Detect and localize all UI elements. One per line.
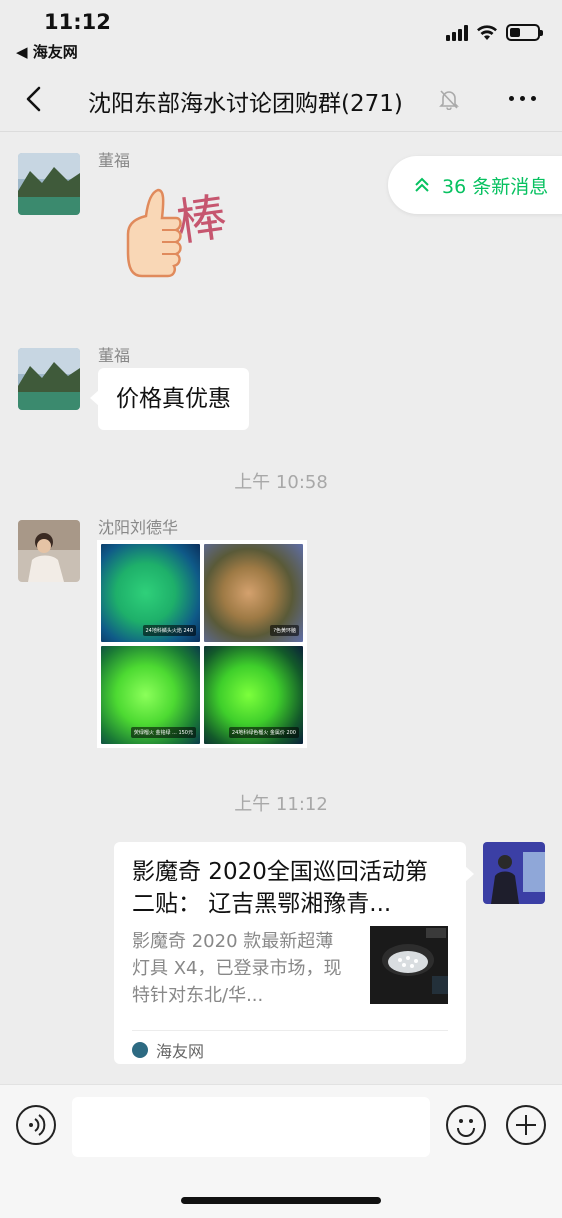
timestamp: 上午 10:58 <box>234 472 328 493</box>
emoji-button[interactable] <box>446 1105 486 1145</box>
mute-bell-icon <box>439 90 459 110</box>
link-card-source-name: 海友网 <box>156 1042 205 1061</box>
voice-icon <box>29 1114 46 1136</box>
avatar[interactable] <box>18 153 80 215</box>
timestamp: 上午 11:12 <box>234 794 328 815</box>
source-logo-icon <box>132 1042 148 1058</box>
status-time: 11:12 <box>44 10 111 34</box>
status-bar: 11:12 ◀ 海友网 <box>0 0 562 70</box>
more-functions-button[interactable] <box>506 1105 546 1145</box>
wifi-icon <box>477 24 497 40</box>
link-card-title: 影魔奇 2020全国巡回活动第二贴： 辽吉黑鄂湘豫青... <box>132 859 428 917</box>
link-card-source: 海友网 <box>132 1038 204 1062</box>
photo-caption: 24地科鳞头火焰 240 <box>142 625 196 636</box>
double-chevron-up-icon <box>415 177 429 192</box>
link-card-description: 影魔奇 2020 款最新超薄灯具 X4，已登录市场，现特针对东北/华... <box>132 931 342 1006</box>
sender-name: 沈阳刘德华 <box>98 518 179 537</box>
plus-icon <box>516 1115 536 1135</box>
divider <box>132 1030 448 1031</box>
new-messages-pill[interactable]: 36 条新消息 <box>388 156 562 214</box>
photo-caption: 24地科绿色榴火 金属价 200 <box>228 727 299 738</box>
link-card[interactable]: 影魔奇 2020全国巡回活动第二贴： 辽吉黑鄂湘豫青... 影魔奇 2020 款… <box>114 842 474 1064</box>
coral-photo[interactable]: 荧绿榴火 金铭绿 ... 150元 <box>101 646 200 744</box>
home-indicator[interactable] <box>181 1197 381 1204</box>
chat-header: 沈阳东部海水讨论团购群(271) <box>0 70 562 132</box>
sticker-text: 棒 <box>172 187 231 253</box>
sender-name: 董福 <box>98 151 131 170</box>
my-avatar[interactable] <box>483 842 545 904</box>
photo-caption: 荧绿榴火 金铭绿 ... 150元 <box>130 727 196 738</box>
chat-title: 沈阳东部海水讨论团购群(271) <box>88 91 403 117</box>
link-card-thumbnail <box>370 926 448 1004</box>
avatar[interactable] <box>18 348 80 410</box>
more-options-icon[interactable] <box>509 96 536 101</box>
battery-icon <box>506 24 543 41</box>
image-grid[interactable]: 24地科鳞头火焰 240 ?色黄环脑 荧绿榴火 金铭绿 ... 150元 24地… <box>97 540 307 748</box>
back-to-app-link[interactable]: ◀ 海友网 <box>16 41 78 62</box>
back-arrow-icon[interactable] <box>20 84 50 114</box>
message-input[interactable] <box>72 1097 430 1157</box>
thumbs-up-sticker[interactable]: 棒 <box>118 178 248 303</box>
status-icons <box>446 24 543 41</box>
coral-photo[interactable]: ?色黄环脑 <box>204 544 303 642</box>
coral-photo[interactable]: 24地科绿色榴火 金属价 200 <box>204 646 303 744</box>
message-bubble[interactable]: 价格真优惠 <box>90 368 249 430</box>
new-messages-label: 36 条新消息 <box>442 175 549 198</box>
emoji-icon <box>457 1119 475 1137</box>
cellular-signal-icon <box>446 24 468 41</box>
photo-caption: ?色黄环脑 <box>270 625 299 636</box>
avatar[interactable] <box>18 520 80 582</box>
coral-photo[interactable]: 24地科鳞头火焰 240 <box>101 544 200 642</box>
sender-name: 董福 <box>98 346 131 365</box>
voice-input-button[interactable] <box>16 1105 56 1145</box>
